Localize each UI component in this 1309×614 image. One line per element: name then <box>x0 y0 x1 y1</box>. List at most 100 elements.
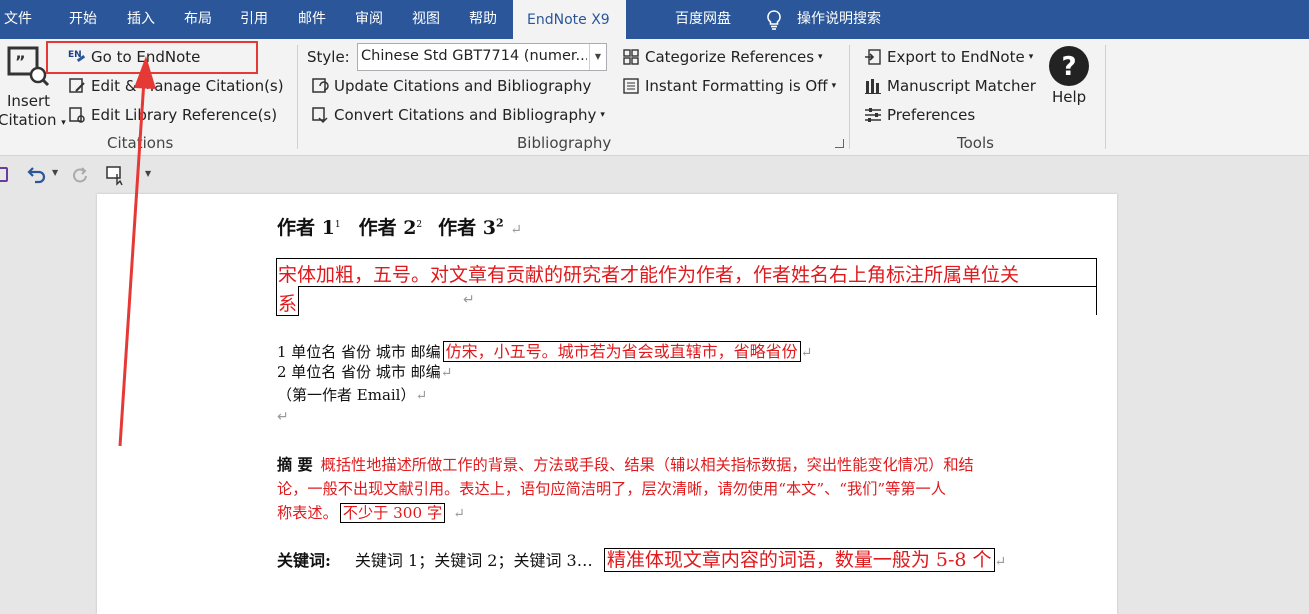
dialog-launcher-icon[interactable] <box>835 139 844 148</box>
categorize-label: Categorize References <box>645 48 815 66</box>
manuscript-matcher-button[interactable]: Manuscript Matcher <box>864 73 1036 99</box>
keywords-value: 关键词 1；关键词 2；关键词 3… <box>354 551 593 570</box>
ribbon-tab-bar: 文件 开始 插入 布局 引用 邮件 审阅 视图 帮助 EndNote X9 百度… <box>0 0 1309 39</box>
group-separator <box>297 45 298 149</box>
author-name: 作者 1 <box>277 217 335 239</box>
library-reference-icon <box>69 107 85 123</box>
author-note-line-2: 系 <box>278 293 298 315</box>
affiliation-2: 2 单位名 省份 城市 邮编↵ <box>277 363 453 381</box>
instant-formatting-label: Instant Formatting is Off <box>645 77 828 95</box>
update-icon <box>312 78 329 93</box>
tab-references[interactable]: 引用 <box>240 0 268 39</box>
chevron-down-icon[interactable]: ▼ <box>589 44 606 70</box>
citations-group-label: Citations <box>107 134 174 152</box>
tab-endnote[interactable]: EndNote X9 <box>513 0 626 39</box>
convert-citations-button[interactable]: Convert Citations and Bibliography ▾ <box>311 102 605 128</box>
author-superscript: 2 <box>416 219 423 230</box>
affiliation-note: 仿宋，小五号。城市若为省会或直辖市，省略省份 <box>442 341 801 362</box>
abstract-line-1: 摘 要概括性地描述所做工作的背景、方法或手段、结果（辅以相关指标数据，突出性能变… <box>277 456 974 474</box>
instant-formatting-button[interactable]: Instant Formatting is Off ▾ <box>622 73 836 99</box>
categorize-dropdown-icon[interactable]: ▾ <box>818 44 823 70</box>
tell-me-search[interactable]: 操作说明搜索 <box>765 0 881 39</box>
export-dropdown-icon[interactable]: ▾ <box>1029 44 1034 70</box>
svg-text:”: ” <box>15 52 26 71</box>
paragraph-mark: ↵ <box>510 222 523 238</box>
author-name: 作者 3 <box>438 217 496 239</box>
tab-insert[interactable]: 插入 <box>127 0 155 39</box>
tab-view[interactable]: 视图 <box>412 0 440 39</box>
author-superscript: 1 <box>334 219 341 230</box>
authors-line: 作者 11 作者 22 作者 32 ↵ <box>277 213 522 240</box>
preferences-button[interactable]: Preferences <box>864 102 975 128</box>
bibliography-group-label: Bibliography <box>517 134 612 152</box>
edit-library-label: Edit Library Reference(s) <box>91 106 278 124</box>
endnote-ribbon: ” Insert Citation ▾ EN Go to EndNote Edi… <box>0 39 1309 156</box>
tell-me-label: 操作说明搜索 <box>797 11 881 27</box>
insert-citation-label-2: Citation ▾ <box>0 111 66 129</box>
abstract-line-2: 论，一般不出现文献引用。表达上，语句应简洁明了，层次清晰，请勿使用“本文”、“我… <box>277 480 946 498</box>
keywords-label: 关键词: <box>277 551 331 570</box>
edit-manage-label: Edit & Manage Citation(s) <box>91 77 284 95</box>
tools-group-label: Tools <box>957 134 994 152</box>
first-author-email: （第一作者 Email）↵ <box>277 386 428 404</box>
keywords-note: 精准体现文章内容的词语，数量一般为 5-8 个 <box>603 548 995 572</box>
help-icon: ? <box>1049 46 1089 86</box>
edit-citation-icon <box>69 78 85 93</box>
tab-home[interactable]: 开始 <box>69 0 97 39</box>
tab-mailings[interactable]: 邮件 <box>298 0 326 39</box>
save-icon[interactable] <box>0 167 8 182</box>
help-button[interactable]: ? Help <box>1046 45 1092 115</box>
export-to-endnote-button[interactable]: Export to EndNote ▾ <box>864 44 1033 70</box>
customize-qat-icon[interactable]: ▼ <box>145 169 151 178</box>
author-note-line-1: 宋体加粗，五号。对文章有贡献的研究者才能作为作者，作者姓名右上角标注所属单位关 <box>278 264 1020 286</box>
preferences-label: Preferences <box>887 106 976 124</box>
edit-library-reference-button[interactable]: Edit Library Reference(s) <box>68 102 277 128</box>
style-select-value: Chinese Std GBT7714 (numer... <box>361 48 587 64</box>
affiliation-1: 1 单位名 省份 城市 邮编 仿宋，小五号。城市若为省会或直辖市，省略省份 ↵ <box>277 341 813 362</box>
undo-dropdown-icon[interactable]: ▼ <box>52 168 58 177</box>
undo-icon[interactable] <box>25 166 47 186</box>
tab-help[interactable]: 帮助 <box>469 0 497 39</box>
export-label: Export to EndNote <box>887 48 1025 66</box>
keywords-line: 关键词: 关键词 1；关键词 2；关键词 3… 精准体现文章内容的词语，数量一般为… <box>277 548 1007 572</box>
manuscript-label: Manuscript Matcher <box>887 77 1036 95</box>
tab-file[interactable]: 文件 <box>4 0 32 39</box>
help-label: Help <box>1052 88 1087 106</box>
edit-manage-citations-button[interactable]: Edit & Manage Citation(s) <box>68 73 284 99</box>
lightbulb-icon <box>767 9 781 30</box>
tab-review[interactable]: 审阅 <box>355 0 383 39</box>
insert-citation-icon: ” <box>7 46 50 87</box>
group-separator <box>1105 45 1106 149</box>
manuscript-matcher-icon <box>865 79 881 94</box>
style-select[interactable]: Chinese Std GBT7714 (numer... ▼ <box>357 43 607 71</box>
preferences-icon <box>865 108 881 122</box>
tab-layout[interactable]: 布局 <box>184 0 212 39</box>
abstract-line-3: 称表述。 不少于 300 字 ↵ <box>277 503 465 523</box>
document-page[interactable]: 作者 11 作者 22 作者 32 ↵ 宋体加粗，五号。对文章有贡献的研究者才能作为… <box>97 194 1117 614</box>
highlight-box <box>46 41 258 74</box>
convert-icon <box>312 107 328 124</box>
update-label: Update Citations and Bibliography <box>334 77 592 95</box>
author-name: 作者 2 <box>358 217 417 239</box>
tab-baidu-netdisk[interactable]: 百度网盘 <box>675 0 731 39</box>
touch-mode-icon[interactable] <box>105 165 127 187</box>
paragraph-mark: ↵ <box>277 409 289 425</box>
group-separator <box>849 45 850 149</box>
paragraph-mark: ↵ <box>463 292 475 308</box>
instant-formatting-dropdown-icon[interactable]: ▾ <box>832 73 837 99</box>
abstract-length-note: 不少于 300 字 <box>339 503 446 523</box>
style-label: Style: <box>307 48 350 66</box>
categorize-icon <box>623 49 639 65</box>
redo-icon[interactable] <box>70 166 90 186</box>
author-superscript: 2 <box>496 216 504 230</box>
svg-text:?: ? <box>1061 52 1076 82</box>
instant-formatting-icon <box>623 78 639 94</box>
convert-label: Convert Citations and Bibliography <box>334 106 597 124</box>
convert-dropdown-icon[interactable]: ▾ <box>600 102 605 128</box>
insert-citation-label-1: Insert <box>7 92 51 110</box>
update-citations-button[interactable]: Update Citations and Bibliography <box>311 73 591 99</box>
categorize-references-button[interactable]: Categorize References ▾ <box>622 44 823 70</box>
export-icon <box>865 49 881 65</box>
quick-access-toolbar: ▼ ▼ <box>0 156 1309 194</box>
abstract-label: 摘 要 <box>277 456 313 474</box>
